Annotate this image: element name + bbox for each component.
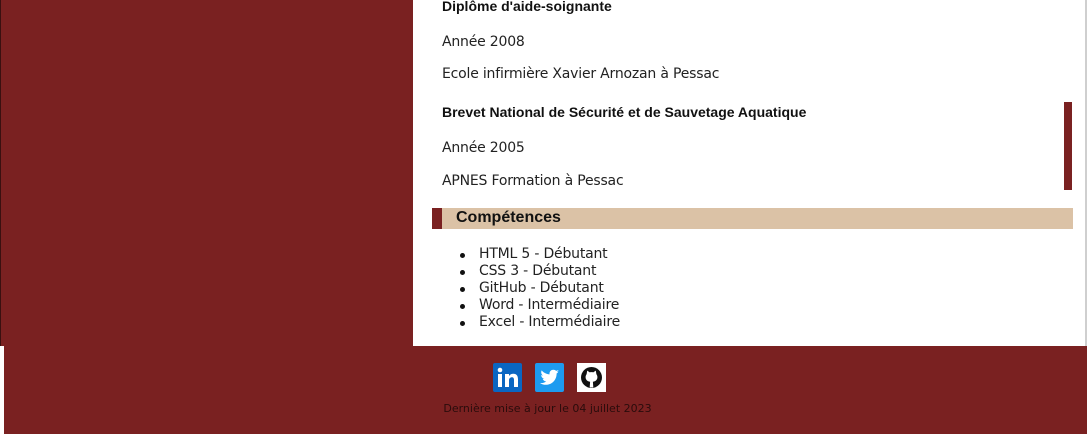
education-year: Année 2008 xyxy=(442,34,525,50)
accent-bar xyxy=(1064,102,1072,190)
skills-list: HTML 5 - Débutant CSS 3 - Débutant GitHu… xyxy=(460,246,620,331)
last-updated-text: Dernière mise à jour le 04 juillet 2023 xyxy=(443,402,652,415)
main-content: Diplôme d'aide-soignante Année 2008 Ecol… xyxy=(413,0,1085,346)
list-item: Word - Intermédiaire xyxy=(460,297,620,314)
skill-label: CSS 3 - Débutant xyxy=(479,263,597,279)
bullet-icon xyxy=(460,287,465,292)
skill-label: Excel - Intermédiaire xyxy=(479,314,621,330)
skill-label: Word - Intermédiaire xyxy=(479,297,620,313)
bullet-icon xyxy=(460,270,465,275)
skill-label: HTML 5 - Débutant xyxy=(479,246,608,262)
list-item: CSS 3 - Débutant xyxy=(460,263,620,280)
footer: Dernière mise à jour le 04 juillet 2023 xyxy=(0,346,1087,434)
bullet-icon xyxy=(460,304,465,309)
twitter-icon xyxy=(535,363,564,392)
section-title: Compétences xyxy=(456,209,561,226)
linkedin-icon xyxy=(493,363,522,392)
education-school: APNES Formation à Pessac xyxy=(442,173,624,189)
twitter-link[interactable] xyxy=(535,363,564,392)
list-item: HTML 5 - Débutant xyxy=(460,246,620,263)
sidebar-panel xyxy=(0,0,413,346)
education-year: Année 2005 xyxy=(442,140,525,156)
linkedin-link[interactable] xyxy=(493,363,522,392)
social-links xyxy=(493,363,606,392)
bullet-icon xyxy=(460,321,465,326)
bullet-icon xyxy=(460,253,465,258)
skills-section-header: Compétences xyxy=(432,208,1073,229)
education-school: Ecole infirmière Xavier Arnozan à Pessac xyxy=(442,66,720,82)
education-title: Diplôme d'aide-soignante xyxy=(442,0,612,14)
github-icon xyxy=(577,363,606,392)
github-link[interactable] xyxy=(577,363,606,392)
education-title: Brevet National de Sécurité et de Sauvet… xyxy=(442,104,807,120)
list-item: Excel - Intermédiaire xyxy=(460,314,620,331)
skill-label: GitHub - Débutant xyxy=(479,280,604,296)
list-item: GitHub - Débutant xyxy=(460,280,620,297)
